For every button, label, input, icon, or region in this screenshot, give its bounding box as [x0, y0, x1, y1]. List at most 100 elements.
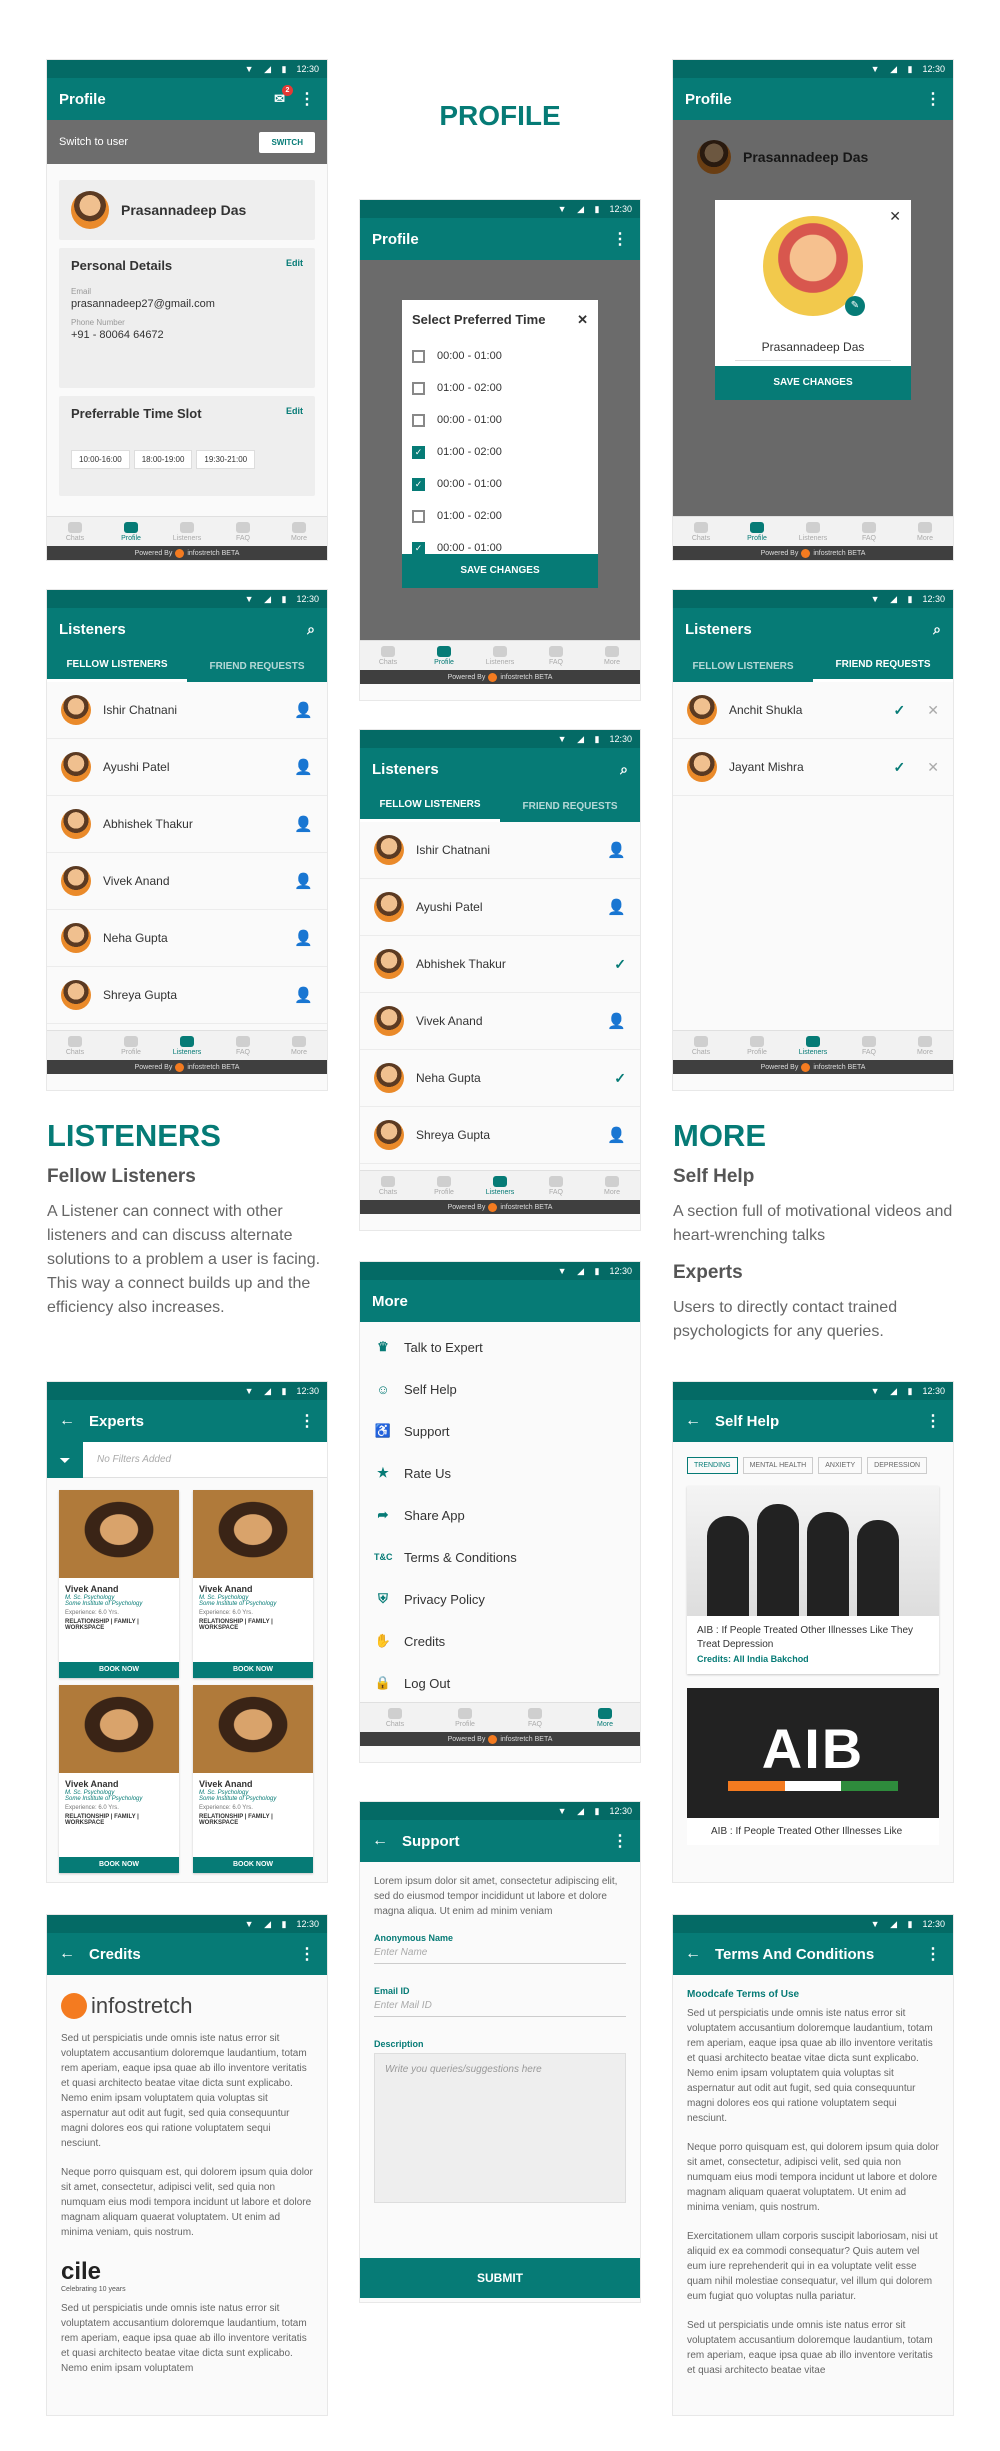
time-option[interactable]: 01:00 - 02:00	[402, 372, 598, 404]
nav-listeners[interactable]: Listeners	[472, 1171, 528, 1200]
checkbox-icon[interactable]	[412, 381, 425, 395]
back-arrow-icon[interactable]: ←	[685, 1945, 701, 1963]
accept-check-icon[interactable]: ✓	[894, 702, 906, 719]
back-arrow-icon[interactable]: ←	[59, 1945, 75, 1963]
list-item[interactable]: Shreya Gupta 👤	[47, 967, 327, 1024]
book-now-button[interactable]: BOOK NOW	[193, 1857, 313, 1873]
time-option[interactable]: 01:00 - 02:00	[402, 500, 598, 532]
list-item[interactable]: Neha Gupta ✓	[360, 1050, 640, 1107]
expert-card[interactable]: Vivek Anand M. Sc. Psychology Some Institu…	[193, 1490, 313, 1678]
add-friend-icon[interactable]: 👤	[607, 1012, 626, 1030]
list-item[interactable]: Ayushi Patel 👤	[360, 879, 640, 936]
menu-item[interactable]: ✋ Credits	[360, 1620, 640, 1662]
list-item[interactable]: Anchit Shukla ✓ ✕	[673, 682, 953, 739]
menu-item[interactable]: ♛ Talk to Expert	[360, 1326, 640, 1368]
list-item[interactable]: Jayant Mishra ✓ ✕	[673, 739, 953, 796]
overflow-menu-icon[interactable]: ⋮	[612, 229, 628, 249]
nav-chats[interactable]: Chats	[47, 517, 103, 546]
check-icon[interactable]: ✓	[614, 956, 626, 973]
overflow-menu-icon[interactable]: ⋮	[925, 1944, 941, 1964]
list-item[interactable]: Ishir Chatnani 👤	[360, 822, 640, 879]
checkbox-icon[interactable]	[412, 509, 425, 523]
close-icon[interactable]: ✕	[577, 312, 588, 328]
nav-faq[interactable]: FAQ	[500, 1703, 570, 1732]
add-friend-icon[interactable]: 👤	[294, 929, 313, 947]
accept-check-icon[interactable]: ✓	[894, 759, 906, 776]
name-input[interactable]: Enter Name	[374, 1947, 626, 1964]
add-friend-icon[interactable]: 👤	[607, 1126, 626, 1144]
nav-more[interactable]: More	[897, 1031, 953, 1060]
menu-item[interactable]: ★ Rate Us	[360, 1452, 640, 1494]
nav-more[interactable]: More	[897, 517, 953, 546]
list-item[interactable]: Shreya Gupta 👤	[360, 1107, 640, 1164]
time-option[interactable]: ✓ 00:00 - 01:00	[402, 468, 598, 500]
checkbox-checked-icon[interactable]: ✓	[412, 445, 425, 459]
tab-friend-requests[interactable]: FRIEND REQUESTS	[813, 650, 953, 682]
nav-faq[interactable]: FAQ	[215, 517, 271, 546]
menu-item[interactable]: ☺ Self Help	[360, 1368, 640, 1410]
checkbox-checked-icon[interactable]: ✓	[412, 477, 425, 491]
edit-avatar-icon[interactable]: ✎	[845, 296, 865, 316]
nav-listeners[interactable]: Listeners	[472, 641, 528, 670]
nav-listeners[interactable]: Listeners	[159, 517, 215, 546]
nav-chats[interactable]: Chats	[360, 1171, 416, 1200]
back-arrow-icon[interactable]: ←	[685, 1412, 701, 1430]
nav-profile[interactable]: Profile	[416, 1171, 472, 1200]
nav-faq[interactable]: FAQ	[215, 1031, 271, 1060]
list-item[interactable]: Abhishek Thakur ✓	[360, 936, 640, 993]
switch-button[interactable]: SWITCH	[259, 131, 315, 153]
add-friend-icon[interactable]: 👤	[294, 986, 313, 1004]
time-option[interactable]: 00:00 - 01:00	[402, 340, 598, 372]
nav-faq[interactable]: FAQ	[528, 641, 584, 670]
book-now-button[interactable]: BOOK NOW	[59, 1857, 179, 1873]
nav-profile[interactable]: Profile	[103, 1031, 159, 1060]
reject-close-icon[interactable]: ✕	[927, 759, 939, 776]
description-textarea[interactable]: Write you queries/suggestions here	[374, 2053, 626, 2203]
save-changes-button[interactable]: SAVE CHANGES	[402, 554, 598, 588]
search-icon[interactable]: ⌕	[933, 621, 941, 638]
expert-card[interactable]: Vivek Anand M. Sc. Psychology Some Institu…	[59, 1685, 179, 1873]
nav-profile[interactable]: Profile	[430, 1703, 500, 1732]
book-now-button[interactable]: BOOK NOW	[193, 1662, 313, 1678]
nav-more[interactable]: More	[271, 517, 327, 546]
tab-friend-requests[interactable]: FRIEND REQUESTS	[500, 790, 640, 822]
nav-profile[interactable]: Profile	[103, 517, 159, 546]
filter-icon[interactable]: ⏷	[47, 1441, 83, 1478]
nav-chats[interactable]: Chats	[360, 1703, 430, 1732]
avatar[interactable]	[71, 191, 109, 229]
submit-button[interactable]: SUBMIT	[360, 2258, 640, 2298]
nav-profile[interactable]: Profile	[729, 517, 785, 546]
nav-listeners[interactable]: Listeners	[159, 1031, 215, 1060]
add-friend-icon[interactable]: 👤	[294, 758, 313, 776]
tab-fellow-listeners[interactable]: FELLOW LISTENERS	[47, 650, 187, 682]
nav-profile[interactable]: Profile	[729, 1031, 785, 1060]
overflow-menu-icon[interactable]: ⋮	[299, 89, 315, 109]
add-friend-icon[interactable]: 👤	[607, 898, 626, 916]
nav-chats[interactable]: Chats	[673, 1031, 729, 1060]
reject-close-icon[interactable]: ✕	[927, 702, 939, 719]
overflow-menu-icon[interactable]: ⋮	[612, 1831, 628, 1851]
menu-item[interactable]: ➦ Share App	[360, 1494, 640, 1536]
tab-fellow-listeners[interactable]: FELLOW LISTENERS	[673, 650, 813, 682]
overflow-menu-icon[interactable]: ⋮	[925, 1411, 941, 1431]
search-icon[interactable]: ⌕	[307, 621, 315, 638]
category-chip[interactable]: DEPRESSION	[867, 1457, 928, 1474]
save-changes-button[interactable]: SAVE CHANGES	[715, 366, 911, 400]
menu-item[interactable]: ⛨ Privacy Policy	[360, 1578, 640, 1620]
checkbox-icon[interactable]	[412, 413, 425, 427]
nav-more[interactable]: More	[584, 641, 640, 670]
checkbox-checked-icon[interactable]: ✓	[412, 541, 425, 555]
list-item[interactable]: Neha Gupta 👤	[47, 910, 327, 967]
overflow-menu-icon[interactable]: ⋮	[925, 89, 941, 109]
nav-listeners[interactable]: Listeners	[785, 517, 841, 546]
tab-friend-requests[interactable]: FRIEND REQUESTS	[187, 650, 327, 682]
nav-more[interactable]: More	[271, 1031, 327, 1060]
edit-slot-button[interactable]: Edit	[286, 406, 303, 421]
nav-faq[interactable]: FAQ	[841, 517, 897, 546]
add-friend-icon[interactable]: 👤	[294, 872, 313, 890]
add-friend-icon[interactable]: 👤	[294, 701, 313, 719]
expert-card[interactable]: Vivek Anand M. Sc. Psychology Some Institu…	[193, 1685, 313, 1873]
overflow-menu-icon[interactable]: ⋮	[299, 1411, 315, 1431]
add-friend-icon[interactable]: 👤	[607, 841, 626, 859]
tab-fellow-listeners[interactable]: FELLOW LISTENERS	[360, 790, 500, 822]
